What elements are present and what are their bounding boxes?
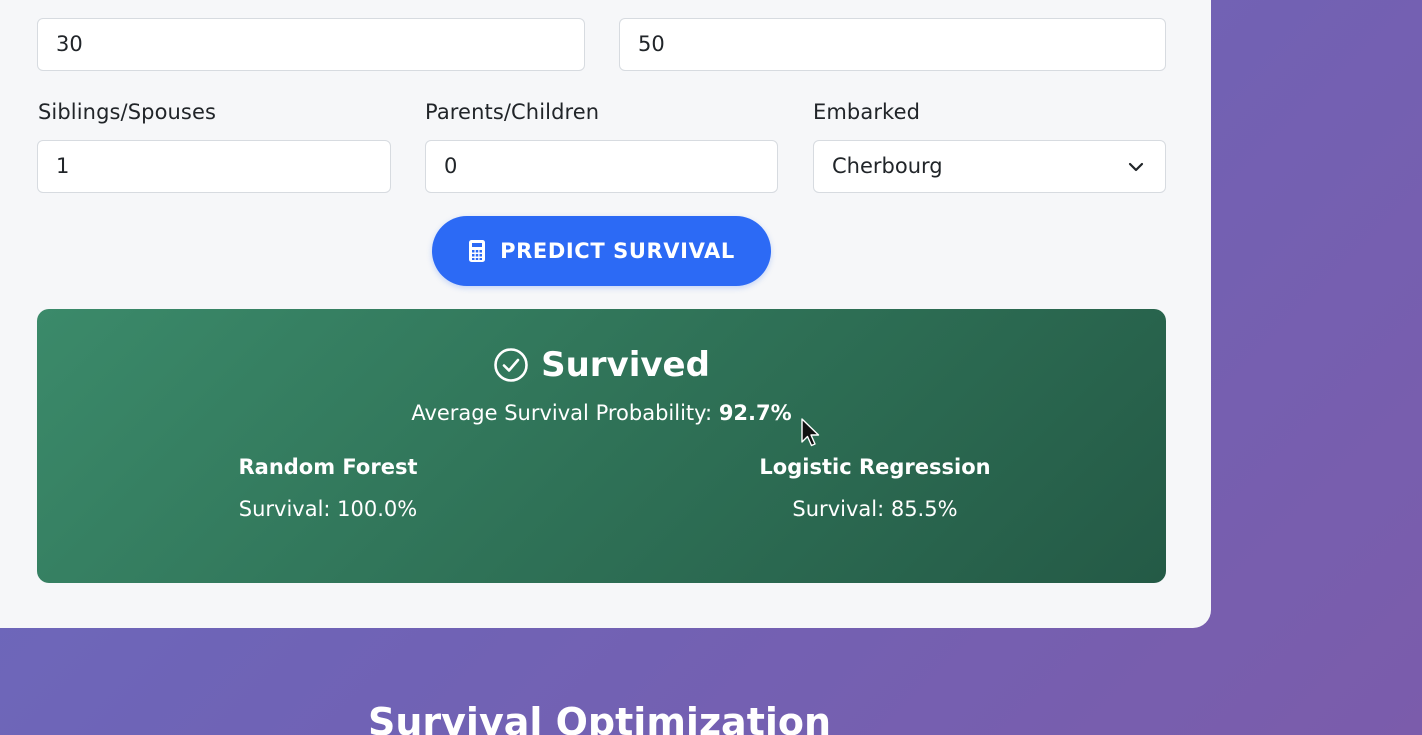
result-status: Survived: [37, 345, 1166, 385]
section-title: Survival Optimization: [368, 700, 832, 735]
calculator-icon: [469, 240, 486, 262]
model-name: Logistic Regression: [759, 455, 991, 479]
parents-value: 0: [444, 154, 458, 178]
siblings-value: 1: [56, 154, 70, 178]
parents-label: Parents/Children: [425, 100, 600, 124]
result-status-text: Survived: [541, 345, 710, 385]
model-random-forest: Random Forest Survival: 100.0%: [163, 455, 493, 521]
model-name: Random Forest: [238, 455, 418, 479]
embarked-label: Embarked: [813, 100, 921, 124]
average-probability: Average Survival Probability: 92.7%: [37, 401, 1166, 425]
model-survival: Survival: 85.5%: [792, 497, 958, 521]
chevron-down-icon: [1128, 162, 1144, 172]
predict-survival-button[interactable]: PREDICT SURVIVAL: [432, 216, 771, 286]
predict-survival-label: PREDICT SURVIVAL: [500, 239, 735, 263]
mouse-cursor-icon: [801, 418, 820, 447]
model-survival: Survival: 100.0%: [238, 497, 418, 521]
check-circle-icon: [494, 348, 528, 382]
age-input[interactable]: 30: [37, 18, 585, 71]
fare-input[interactable]: 50: [619, 18, 1166, 71]
prediction-result-panel: Survived Average Survival Probability: 9…: [37, 309, 1166, 583]
siblings-label: Siblings/Spouses: [38, 100, 217, 124]
model-logistic-regression: Logistic Regression Survival: 85.5%: [710, 455, 1040, 521]
average-probability-label: Average Survival Probability:: [411, 401, 713, 425]
embarked-value: Cherbourg: [832, 154, 943, 178]
fare-value: 50: [638, 32, 665, 56]
siblings-input[interactable]: 1: [37, 140, 391, 193]
age-value: 30: [56, 32, 83, 56]
parents-input[interactable]: 0: [425, 140, 778, 193]
average-probability-value: 92.7%: [718, 401, 792, 425]
embarked-select[interactable]: Cherbourg: [813, 140, 1166, 193]
